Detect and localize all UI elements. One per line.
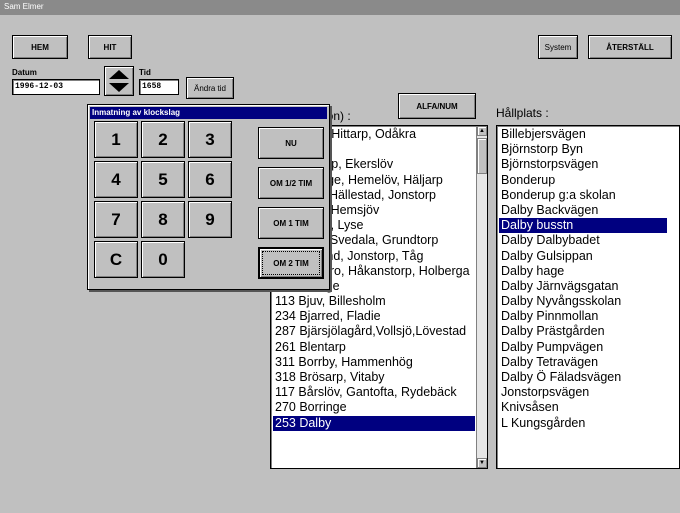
stop-listbox[interactable]: Billebjersvägen Björnstorp Byn Björnstorps…: [496, 125, 680, 469]
stop-list-item[interactable]: Knivsåsen: [499, 400, 667, 415]
key-6-button[interactable]: 6: [188, 161, 232, 198]
area-list-item[interactable]: 270 Borringe: [273, 400, 475, 415]
area-list-item[interactable]: 287 Bjärsjölagård,Vollsjö,Lövestad: [273, 324, 475, 339]
time-offset-button[interactable]: OM 1 TIM: [258, 207, 324, 239]
stop-list-item[interactable]: Dalby Gulsippan: [499, 249, 667, 264]
key-5-button[interactable]: 5: [141, 161, 185, 198]
aterstall-button[interactable]: ÅTERSTÄLL: [588, 35, 672, 59]
change-time-button[interactable]: Ändra tid: [186, 77, 234, 99]
stop-list-item[interactable]: Björnstorp Byn: [499, 142, 667, 157]
area-list-item[interactable]: 261 Blentarp: [273, 340, 475, 355]
key-0-button[interactable]: 0: [141, 241, 185, 278]
area-list-item[interactable]: 117 Bårslöv, Gantofta, Rydebäck: [273, 385, 475, 400]
stop-list-item[interactable]: Dalby Ö Fäladsvägen: [499, 370, 667, 385]
stop-list-item[interactable]: Dalby Pumpvägen: [499, 340, 667, 355]
stop-list-item[interactable]: Dalby Prästgården: [499, 324, 667, 339]
time-offset-button[interactable]: OM 2 TIM: [258, 247, 324, 279]
key-clear-button[interactable]: C: [94, 241, 138, 278]
key-9-button[interactable]: 9: [188, 201, 232, 238]
date-label: Datum: [12, 68, 37, 77]
scroll-down-icon[interactable]: ▼: [477, 458, 487, 468]
dialog-title: Inmatning av klockslag: [90, 107, 327, 119]
main-screen: HEM HIT System ÅTERSTÄLL Datum 1996-12-0…: [0, 15, 680, 513]
time-spinner[interactable]: [104, 66, 134, 96]
clock-input-dialog: Inmatning av klockslag 123 456 789 C0 NU OM …: [87, 104, 330, 290]
stop-title: Hållplats :: [496, 106, 549, 120]
key-2-button[interactable]: 2: [141, 121, 185, 158]
stop-list-item[interactable]: Billebjersvägen: [499, 127, 667, 142]
stop-list-item[interactable]: Björnstorpsvägen: [499, 157, 667, 172]
time-label: Tid: [139, 68, 151, 77]
area-list-item[interactable]: 234 Bjarred, Fladie: [273, 309, 475, 324]
area-list-item[interactable]: 318 Brösarp, Vitaby: [273, 370, 475, 385]
area-list-item[interactable]: 113 Bjuv, Billesholm: [273, 294, 475, 309]
stop-list-item[interactable]: Dalby Backvägen: [499, 203, 667, 218]
alfa-num-button[interactable]: ALFA/NUM: [398, 93, 476, 119]
stop-list-item[interactable]: Dalby Pinnmollan: [499, 309, 667, 324]
key-8-button[interactable]: 8: [141, 201, 185, 238]
stop-list-item[interactable]: Dalby Nyvångsskolan: [499, 294, 667, 309]
number-keypad: 123 456 789 C0: [94, 121, 238, 278]
stop-list-item[interactable]: Dalby busstn: [499, 218, 667, 234]
date-field[interactable]: 1996-12-03: [12, 79, 100, 95]
area-scrollbar[interactable]: ▲ ▼: [476, 126, 487, 468]
system-button[interactable]: System: [538, 35, 578, 59]
stop-list-item[interactable]: Bonderup: [499, 173, 667, 188]
stop-list-item[interactable]: Dalby hage: [499, 264, 667, 279]
stop-list-item[interactable]: Jonstorpsvägen: [499, 385, 667, 400]
time-offset-button[interactable]: OM 1/2 TIM: [258, 167, 324, 199]
window-title: Sam Elmer: [0, 0, 680, 15]
stop-list-item[interactable]: Bonderup g:a skolan: [499, 188, 667, 203]
hit-button[interactable]: HIT: [88, 35, 132, 59]
stop-list-item[interactable]: Dalby Dalbybadet: [499, 233, 667, 248]
area-list-item[interactable]: 311 Borrby, Hammenhög: [273, 355, 475, 370]
key-3-button[interactable]: 3: [188, 121, 232, 158]
stop-list-item[interactable]: Dalby Järnvägsgatan: [499, 279, 667, 294]
key-4-button[interactable]: 4: [94, 161, 138, 198]
time-offset-button[interactable]: NU: [258, 127, 324, 159]
stop-list-item[interactable]: L Kungsgården: [499, 416, 667, 431]
key-7-button[interactable]: 7: [94, 201, 138, 238]
time-field[interactable]: 1658: [139, 79, 179, 95]
scroll-thumb[interactable]: [477, 138, 487, 174]
scroll-up-icon[interactable]: ▲: [477, 126, 487, 136]
hem-button[interactable]: HEM: [12, 35, 68, 59]
stop-list-item[interactable]: Dalby Tetravägen: [499, 355, 667, 370]
area-list-item[interactable]: 253 Dalby: [273, 415, 475, 431]
spin-down-arrow-icon[interactable]: [107, 81, 131, 94]
key-1-button[interactable]: 1: [94, 121, 138, 158]
spin-up-arrow-icon[interactable]: [107, 68, 131, 81]
